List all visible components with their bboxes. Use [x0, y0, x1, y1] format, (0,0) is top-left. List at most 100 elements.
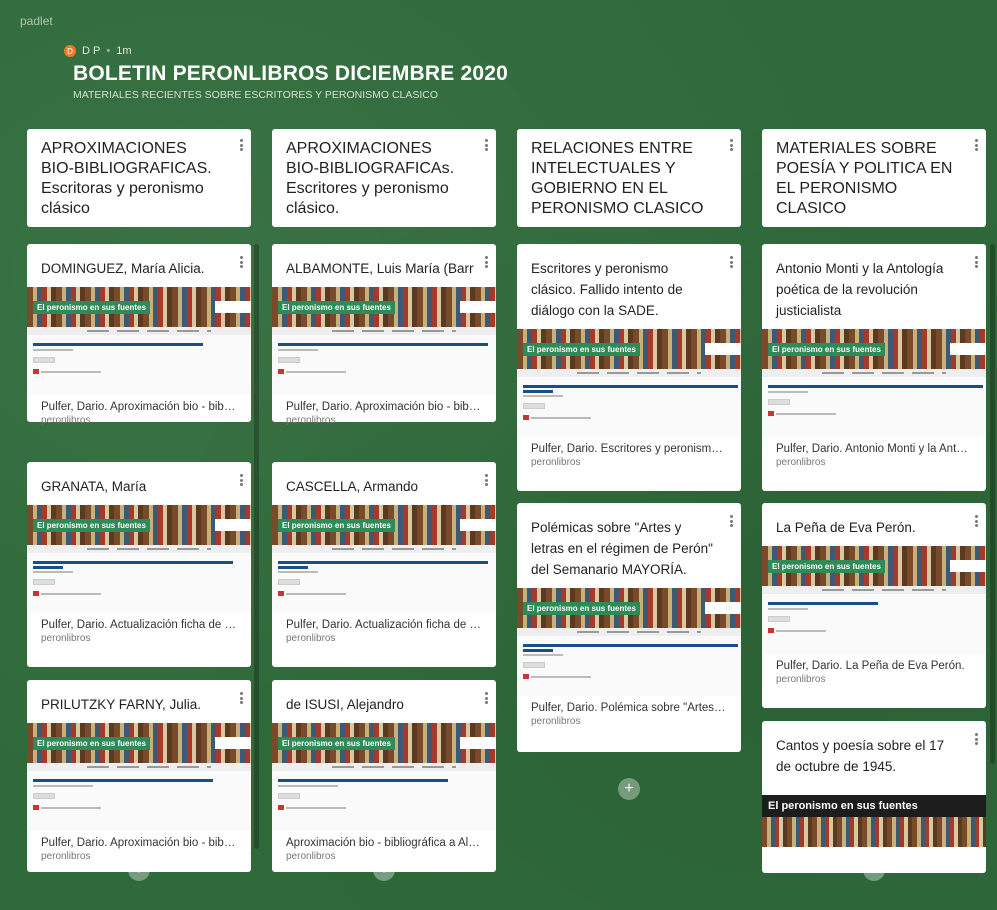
post-title: GRANATA, María [41, 479, 147, 494]
column-title: APROXIMACIONES BIO-BIBLIOGRAFICAS. Escri… [41, 140, 212, 217]
post-menu-icon[interactable] [482, 472, 490, 488]
column-relaciones: RELACIONES ENTRE INTELECTUALES Y GOBIERN… [517, 129, 741, 752]
preview-source: peronlibros [776, 674, 826, 685]
avatar[interactable]: D [64, 45, 76, 57]
column-menu-icon[interactable] [972, 137, 980, 153]
column-menu-icon[interactable] [727, 137, 735, 153]
post-title: Antonio Monti y la Antología poética de … [776, 261, 944, 318]
column-title: RELACIONES ENTRE INTELECTUALES Y GOBIERN… [531, 140, 704, 217]
separator-dot-icon: • [106, 45, 111, 57]
post-title: PRILUTZKY FARNY, Julia. [41, 697, 202, 712]
link-preview-image[interactable]: El peronismo en sus fuentes [272, 505, 496, 613]
preview-banner-tag: El peronismo en sus fuentes [33, 519, 150, 532]
preview-source: peronlibros [41, 633, 91, 644]
add-post-button[interactable]: + [128, 859, 150, 881]
post-menu-icon[interactable] [972, 731, 980, 747]
link-preview-image[interactable]: El peronismo en sus fuentes [517, 588, 741, 696]
post-card[interactable]: Polémicas sobre "Artes y letras en el ré… [517, 503, 741, 752]
post-card[interactable]: La Peña de Eva Perón. El peronismo en su… [762, 503, 986, 708]
post-title: CASCELLA, Armando [286, 479, 419, 494]
link-preview-image[interactable]: El peronismo en sus fuentes [762, 546, 986, 654]
preview-caption: Pulfer, Dario. Aproximación bio - biblio… [286, 401, 482, 413]
preview-caption: Pulfer, Dario. La Peña de Eva Perón. [776, 660, 965, 672]
timestamp: 1m [116, 45, 132, 57]
page-title: BOLETIN PERONLIBROS DICIEMBRE 2020 [73, 62, 509, 85]
post-title: Cantos y poesía sobre el 17 de octubre d… [776, 738, 945, 774]
preview-caption: Pulfer, Dario. Aproximación bio - biblio… [41, 401, 237, 413]
column-title: APROXIMACIONES BIO-BIBLIOGRAFICAs. Escri… [286, 140, 455, 217]
preview-banner-tag: El peronismo en sus fuentes [768, 800, 918, 812]
preview-caption: Aproximación bio - bibliográfica a Aleja… [286, 837, 482, 849]
preview-source: peronlibros [286, 633, 336, 644]
post-card[interactable]: Cantos y poesía sobre el 17 de octubre d… [762, 721, 986, 873]
post-card[interactable]: GRANATA, María El peronismo en sus fuent… [27, 462, 251, 667]
preview-source: peronlibros [776, 457, 826, 468]
preview-banner-tag: El peronismo en sus fuentes [33, 737, 150, 750]
post-card[interactable]: ALBAMONTE, Luis María (Barr El peronismo… [272, 244, 496, 426]
preview-source: peronlibros [286, 415, 336, 426]
link-preview-image[interactable]: El peronismo en sus fuentes [762, 329, 986, 437]
column-header[interactable]: APROXIMACIONES BIO-BIBLIOGRAFICAS. Escri… [27, 129, 251, 227]
link-preview-image[interactable]: El peronismo en sus fuentes [762, 785, 986, 865]
link-preview-image[interactable]: El peronismo en sus fuentes [517, 329, 741, 437]
post-menu-icon[interactable] [972, 254, 980, 270]
preview-banner-tag: El peronismo en sus fuentes [278, 301, 395, 314]
post-menu-icon[interactable] [727, 513, 735, 529]
column-header[interactable]: RELACIONES ENTRE INTELECTUALES Y GOBIERN… [517, 129, 741, 227]
post-title: de ISUSI, Alejandro [286, 697, 404, 712]
post-menu-icon[interactable] [482, 254, 490, 270]
preview-caption: Pulfer, Dario. Polémica sobre "Artes y l… [531, 702, 727, 714]
post-title: Polémicas sobre "Artes y letras en el ré… [531, 520, 713, 577]
post-card[interactable]: de ISUSI, Alejandro El peronismo en sus … [272, 680, 496, 872]
column-header[interactable]: MATERIALES SOBRE POESÍA Y POLITICA EN EL… [762, 129, 986, 227]
preview-banner-tag: El peronismo en sus fuentes [523, 602, 640, 615]
author-name: D P [82, 45, 101, 57]
column-menu-icon[interactable] [482, 137, 490, 153]
post-title: DOMINGUEZ, María Alicia. [41, 261, 205, 276]
link-preview-image[interactable]: El peronismo en sus fuentes [27, 287, 251, 395]
board-scrollbar[interactable] [990, 244, 995, 764]
page-subtitle: MATERIALES RECIENTES SOBRE ESCRITORES Y … [73, 89, 439, 101]
post-card[interactable]: Antonio Monti y la Antología poética de … [762, 244, 986, 491]
post-menu-icon[interactable] [237, 254, 245, 270]
preview-caption: Pulfer, Dario. Antonio Monti y la Antolo… [776, 443, 972, 455]
column-escritores: APROXIMACIONES BIO-BIBLIOGRAFICAs. Escri… [272, 129, 496, 872]
add-post-button[interactable]: + [618, 778, 640, 800]
post-menu-icon[interactable] [237, 690, 245, 706]
preview-source: peronlibros [41, 415, 91, 426]
preview-banner-tag: El peronismo en sus fuentes [768, 343, 885, 356]
add-post-button[interactable]: + [373, 859, 395, 881]
column-title: MATERIALES SOBRE POESÍA Y POLITICA EN EL… [776, 140, 953, 217]
post-card[interactable]: Escritores y peronismo clásico. Fallido … [517, 244, 741, 491]
preview-banner-tag: El peronismo en sus fuentes [768, 560, 885, 573]
column-menu-icon[interactable] [237, 137, 245, 153]
padlet-logo[interactable]: padlet [20, 14, 53, 28]
link-preview-image[interactable]: El peronismo en sus fuentes [272, 287, 496, 395]
preview-banner-tag: El peronismo en sus fuentes [33, 301, 150, 314]
preview-caption: Pulfer, Dario. Actualización ficha de tr… [41, 619, 237, 631]
link-preview-image[interactable]: El peronismo en sus fuentes [272, 723, 496, 831]
column-scrollbar[interactable] [254, 244, 259, 849]
post-menu-icon[interactable] [727, 254, 735, 270]
preview-banner-tag: El peronismo en sus fuentes [278, 737, 395, 750]
post-menu-icon[interactable] [972, 513, 980, 529]
post-menu-icon[interactable] [482, 690, 490, 706]
preview-caption: Pulfer, Dario. Escritores y peronismo cl… [531, 443, 727, 455]
post-title: ALBAMONTE, Luis María (Barr [286, 261, 474, 276]
post-menu-icon[interactable] [237, 472, 245, 488]
preview-source: peronlibros [531, 457, 581, 468]
post-card[interactable]: PRILUTZKY FARNY, Julia. El peronismo en … [27, 680, 251, 872]
link-preview-image[interactable]: El peronismo en sus fuentes [27, 723, 251, 831]
preview-source: peronlibros [531, 716, 581, 727]
link-preview-image[interactable]: El peronismo en sus fuentes [27, 505, 251, 613]
add-post-button[interactable]: + [863, 859, 885, 881]
column-header[interactable]: APROXIMACIONES BIO-BIBLIOGRAFICAs. Escri… [272, 129, 496, 227]
post-meta: D D P • 1m [64, 45, 131, 57]
post-card[interactable]: CASCELLA, Armando El peronismo en sus fu… [272, 462, 496, 667]
preview-banner-tag: El peronismo en sus fuentes [523, 343, 640, 356]
column-escritoras: APROXIMACIONES BIO-BIBLIOGRAFICAS. Escri… [27, 129, 251, 872]
post-title: Escritores y peronismo clásico. Fallido … [531, 261, 683, 318]
post-card[interactable]: DOMINGUEZ, María Alicia. El peronismo en… [27, 244, 251, 426]
post-title: La Peña de Eva Perón. [776, 520, 916, 535]
preview-banner-tag: El peronismo en sus fuentes [278, 519, 395, 532]
